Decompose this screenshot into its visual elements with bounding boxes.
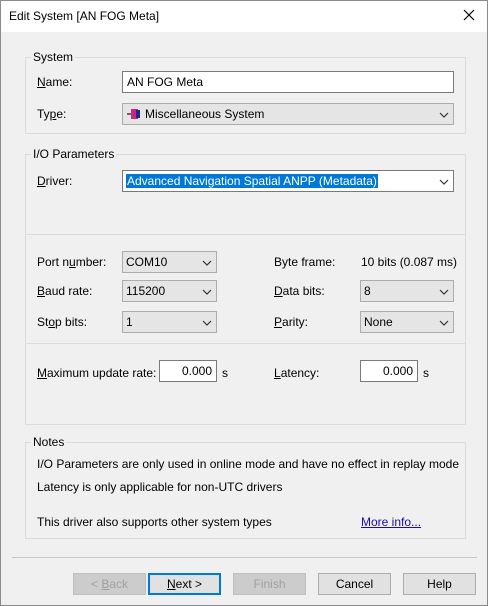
data-bits-label: Data bits: [274,284,325,298]
port-number-label: Port number: [37,255,107,269]
latency-label: Latency: [274,366,320,380]
parity-value: None [364,315,393,329]
window-title: Edit System [AN FOG Meta] [9,9,160,23]
latency-field[interactable]: 0.000 [360,360,418,382]
parity-combo[interactable]: None [360,311,454,333]
chevron-down-icon [439,109,449,119]
latency-unit: s [423,366,429,380]
chevron-down-icon [202,257,212,267]
more-info-link[interactable]: More info... [361,515,421,529]
port-number-value: COM10 [126,255,168,269]
help-button[interactable]: Help [403,573,476,595]
latency-value: 0.000 [382,364,413,378]
back-button[interactable]: < Back [73,573,146,595]
chevron-down-icon [202,317,212,327]
io-divider [26,234,465,235]
system-group-label: System [31,50,76,64]
type-value: Miscellaneous System [145,107,265,121]
name-field[interactable]: AN FOG Meta [122,71,454,93]
max-update-rate-field[interactable]: 0.000 [159,360,217,382]
system-type-icon [127,108,141,123]
max-update-rate-unit: s [222,366,228,380]
driver-value: Advanced Navigation Spatial ANPP (Metada… [126,174,378,188]
footer-divider [12,557,477,558]
close-icon[interactable] [459,5,479,25]
cancel-button[interactable]: Cancel [318,573,391,595]
chevron-down-icon [439,176,449,186]
name-field-value: AN FOG Meta [127,75,204,89]
driver-label: Driver: [37,174,73,188]
stop-bits-label: Stop bits: [37,315,88,329]
next-button[interactable]: Next > [148,573,221,595]
notes-line-2: Latency is only applicable for non-UTC d… [37,480,283,494]
type-combo[interactable]: Miscellaneous System [122,103,454,125]
stop-bits-combo[interactable]: 1 [122,311,217,333]
chevron-down-icon [202,286,212,296]
io-group-label: I/O Parameters [31,147,117,161]
edit-system-dialog: Edit System [AN FOG Meta] System Name: A… [0,0,488,606]
name-label: Name: [37,75,73,89]
chevron-down-icon [439,317,449,327]
notes-line-1: I/O Parameters are only used in online m… [37,457,460,471]
finish-button[interactable]: Finish [233,573,306,595]
max-update-rate-value: 0.000 [181,364,212,378]
port-number-combo[interactable]: COM10 [122,251,217,273]
byte-frame-value: 10 bits (0.087 ms) [361,255,458,269]
stop-bits-value: 1 [126,315,133,329]
baud-rate-label: Baud rate: [37,284,93,298]
max-update-rate-label: Maximum update rate: [37,366,157,380]
notes-group-label: Notes [31,435,67,449]
parity-label: Parity: [274,315,309,329]
notes-line-3: This driver also supports other system t… [37,515,272,529]
title-bar: Edit System [AN FOG Meta] [1,1,487,32]
data-bits-combo[interactable]: 8 [360,280,454,302]
byte-frame-label: Byte frame: [274,255,336,269]
driver-combo[interactable]: Advanced Navigation Spatial ANPP (Metada… [122,170,454,192]
type-label: Type: [37,107,67,121]
io-divider-2 [26,343,465,344]
baud-rate-value: 115200 [126,284,166,298]
baud-rate-combo[interactable]: 115200 [122,280,217,302]
chevron-down-icon [439,286,449,296]
data-bits-value: 8 [364,284,371,298]
